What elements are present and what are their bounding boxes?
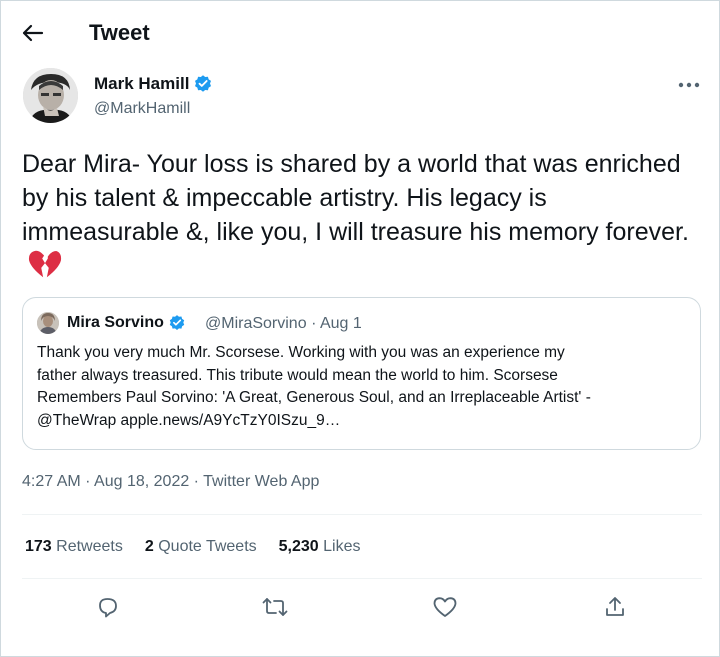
tweet-stats: 173 Retweets 2 Quote Tweets 5,230 Likes <box>25 536 361 558</box>
retweet-icon <box>262 598 288 616</box>
author-avatar[interactable] <box>23 68 78 123</box>
more-options-button[interactable] <box>673 73 705 97</box>
tweet-text: Dear Mira- Your loss is shared by a worl… <box>22 147 702 283</box>
quote-date: Aug 1 <box>319 315 362 332</box>
like-button[interactable] <box>431 593 459 621</box>
verified-badge-icon <box>195 75 212 92</box>
share-icon <box>606 597 624 616</box>
retweets-stat[interactable]: 173 Retweets <box>25 536 123 558</box>
meta-separator: · <box>311 315 320 332</box>
quote-text-line: father always treasured. This tribute wo… <box>37 366 558 384</box>
quote-author-meta: @MiraSorvino · Aug 1 <box>205 314 362 334</box>
page-title: Tweet <box>89 20 150 45</box>
quote-author-avatar <box>37 312 59 334</box>
action-bar <box>1 589 720 625</box>
quote-tweets-stat[interactable]: 2 Quote Tweets <box>145 536 257 558</box>
share-button[interactable] <box>601 593 629 621</box>
header: Tweet <box>1 11 720 55</box>
arrow-left-icon <box>22 24 44 42</box>
reply-icon <box>99 598 117 618</box>
verified-badge-icon <box>169 315 185 330</box>
author-handle[interactable]: @MarkHamill <box>94 99 190 119</box>
tweet-page: Tweet Mark Hamill @MarkHamill Dear Mira-… <box>0 0 720 657</box>
quote-author-name: Mira Sorvino <box>67 313 186 333</box>
quote-text: Thank you very much Mr. Scorsese. Workin… <box>37 342 687 432</box>
divider <box>22 514 702 515</box>
quote-text-line: Thank you very much Mr. Scorsese. Workin… <box>37 344 565 361</box>
divider <box>22 578 702 579</box>
quote-text-line: Remembers Paul Sorvino: 'A Great, Genero… <box>37 389 591 406</box>
quote-text-line: @TheWrap apple.news/A9YcTzY0ISzu_9… <box>37 411 341 429</box>
back-button[interactable] <box>19 19 47 47</box>
reply-button[interactable] <box>94 593 122 621</box>
quote-tweet-card[interactable]: Mira Sorvino @MiraSorvino · Aug 1 Thank … <box>22 297 701 450</box>
like-icon <box>433 597 457 617</box>
broken-heart-icon <box>28 250 62 278</box>
quote-author-handle: @MiraSorvino <box>205 315 307 332</box>
likes-stat[interactable]: 5,230 Likes <box>279 536 361 558</box>
retweet-button[interactable] <box>261 593 289 621</box>
author-name[interactable]: Mark Hamill <box>94 73 213 95</box>
tweet-timestamp[interactable]: 4:27 AM · Aug 18, 2022 · Twitter Web App <box>22 471 319 493</box>
more-horizontal-icon <box>678 82 700 88</box>
